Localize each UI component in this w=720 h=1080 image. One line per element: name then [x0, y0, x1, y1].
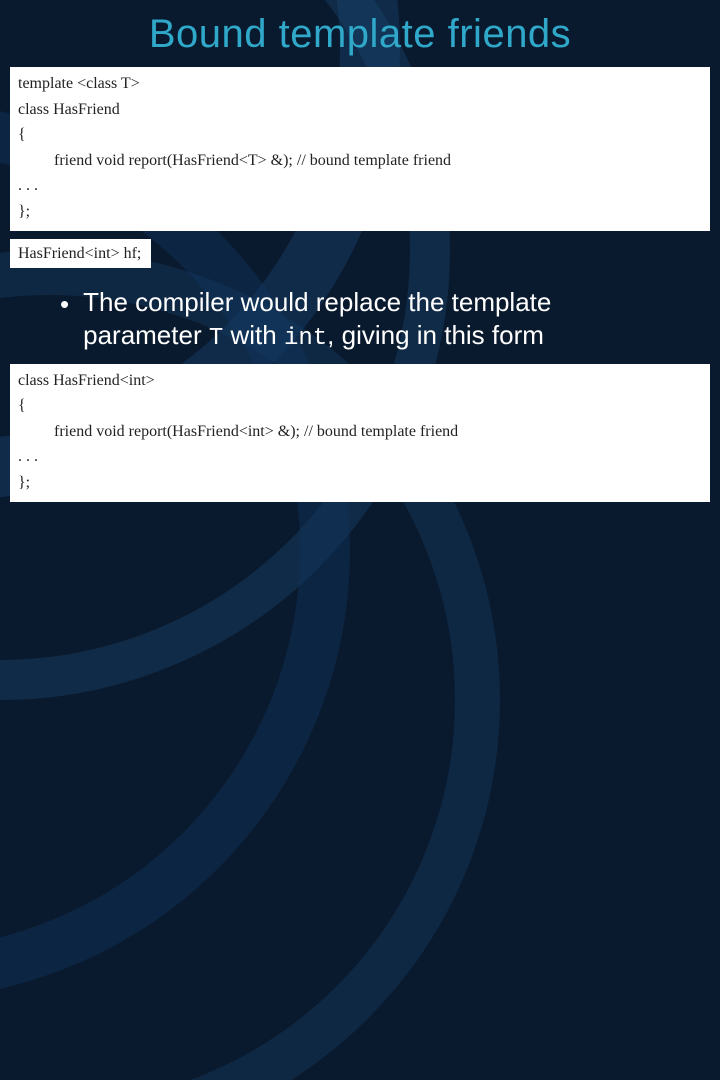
code-inline: int — [284, 325, 327, 352]
code-line: { — [18, 397, 26, 414]
code-line: class HasFriend<int> — [18, 372, 155, 389]
bullet-item: • The compiler would replace the templat… — [60, 286, 660, 354]
slide-title: Bound template friends — [60, 12, 660, 57]
code-inline: T — [209, 325, 223, 352]
code-block-instantiation: HasFriend<int> hf; — [10, 239, 151, 269]
code-line: . . . — [18, 448, 38, 465]
code-block-expanded: class HasFriend<int> { friend void repor… — [10, 364, 710, 502]
bullet-text: The compiler would replace the template … — [83, 286, 660, 354]
code-line: }; — [18, 474, 30, 491]
code-line: class HasFriend — [18, 101, 120, 118]
text-run: , giving in this form — [327, 320, 544, 350]
bullet-icon: • — [60, 288, 69, 321]
code-line: { — [18, 126, 26, 143]
code-line: friend void report(HasFriend<int> &); //… — [18, 419, 702, 445]
code-line: template <class T> — [18, 75, 140, 92]
slide: Bound template friends template <class T… — [0, 0, 720, 540]
text-run: with — [223, 320, 284, 350]
code-block-template-def: template <class T> class HasFriend { fri… — [10, 67, 710, 231]
code-line: }; — [18, 203, 30, 220]
code-line: friend void report(HasFriend<T> &); // b… — [18, 148, 702, 174]
code-line: . . . — [18, 177, 38, 194]
